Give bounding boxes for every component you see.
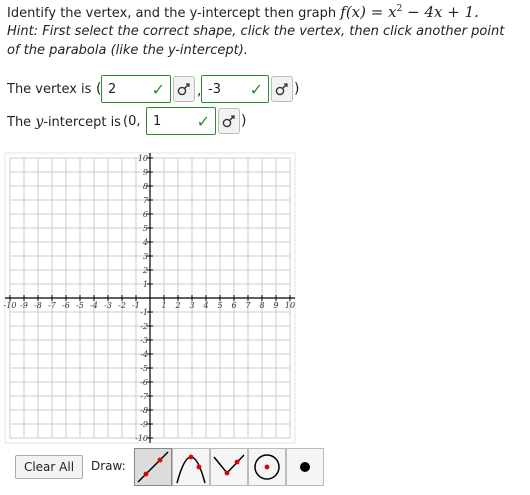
x-tick-label: -4 [90,301,98,310]
y-intercept-label: The y-intercept is [7,114,121,130]
question-line: Identify the vertex, and the y-intercept… [7,3,479,21]
y-tick-label: 5 [143,224,148,233]
formula-icon [275,83,288,96]
absolute-value-tool-icon [213,454,245,476]
vertex-x-keyboard-button[interactable] [173,76,195,102]
function-expression: f(x) = x2 − 4x + 1. [340,3,479,21]
x-tick-label: -2 [118,301,126,310]
circle-tool-button[interactable] [248,448,286,486]
vertex-y-value: -3 [208,82,221,97]
y-intercept-value: 1 [153,114,162,129]
y-tick-label: -6 [140,378,148,387]
y-tick-label: 3 [143,252,148,261]
x-tick-label: -8 [34,301,42,310]
point-tool-button[interactable] [286,448,324,486]
coordinate-graph[interactable]: -10 -9 -8 -7 -6 -5 -4 -3 -2 -1 1 2 3 4 5 6 7 8 9 10 1098765… [0,152,300,447]
y-tick-label: 8 [143,182,148,191]
vertex-label: The vertex is [7,82,92,97]
line-tool-button[interactable] [134,448,172,486]
check-icon: ✓ [151,80,165,99]
y-intercept-open: (0, [123,114,141,129]
y-tick-label: 2 [142,266,148,275]
point-tool-icon [300,462,310,472]
line-tool-icon [137,451,169,483]
clear-all-button[interactable]: Clear All [15,455,83,479]
x-tick-label: -5 [76,301,84,310]
close-paren: ) [294,81,300,97]
y-tick-label: 4 [142,238,148,247]
y-tick-label: -5 [140,364,148,373]
y-tick-label: -9 [140,420,148,429]
y-tick-label: 10 [138,154,148,163]
y-tick-label: -7 [140,392,149,401]
x-tick-label: -7 [48,301,57,310]
y-tick-label: -1 [140,308,148,317]
vertex-x-input[interactable]: 2 ✓ [101,75,171,103]
y-tick-label: -2 [140,322,148,331]
check-icon: ✓ [249,80,263,99]
absolute-value-tool-button[interactable] [210,448,248,486]
draw-label: Draw: [91,459,126,473]
y-tick-label: -8 [140,406,148,415]
x-tick-label: -1 [132,301,140,310]
x-tick-label: -6 [62,301,70,310]
question-prefix: Identify the vertex, and the y-intercept… [7,6,337,21]
vertex-x-value: 2 [108,82,117,97]
x-tick-label: -9 [20,301,28,310]
formula-icon [177,83,190,96]
y-intercept-keyboard-button[interactable] [218,108,240,134]
y-tick-label: 1 [143,280,148,289]
y-tick-label: 9 [143,168,148,177]
circle-tool-icon [254,454,280,480]
y-tick-label: -10 [135,434,148,443]
y-tick-label: 6 [143,210,148,219]
x-tick-label: 6 [231,301,236,310]
vertex-y-keyboard-button[interactable] [271,76,293,102]
hint-text: Hint: First select the correct shape, cl… [7,24,505,58]
x-tick-label: 3 [189,301,194,310]
x-tick-label: 1 [161,301,166,310]
close-paren: ) [241,113,247,129]
x-tick-label: 2 [174,301,180,310]
y-intercept-input[interactable]: 1 ✓ [146,107,216,135]
x-tick-label: 4 [202,301,208,310]
check-icon: ✓ [196,112,210,131]
y-tick-label: -3 [140,336,148,345]
x-tick-label: 5 [217,301,222,310]
y-tick-label: -4 [140,350,148,359]
vertex-y-input[interactable]: -3 ✓ [201,75,269,103]
x-tick-label: -10 [4,301,17,310]
parabola-tool-icon [176,454,206,484]
x-tick-label: -3 [104,301,112,310]
x-tick-label: 9 [273,301,278,310]
formula-icon [222,115,235,128]
x-tick-label: 10 [285,301,295,310]
parabola-tool-button[interactable] [172,448,210,486]
x-tick-label: 8 [259,301,264,310]
